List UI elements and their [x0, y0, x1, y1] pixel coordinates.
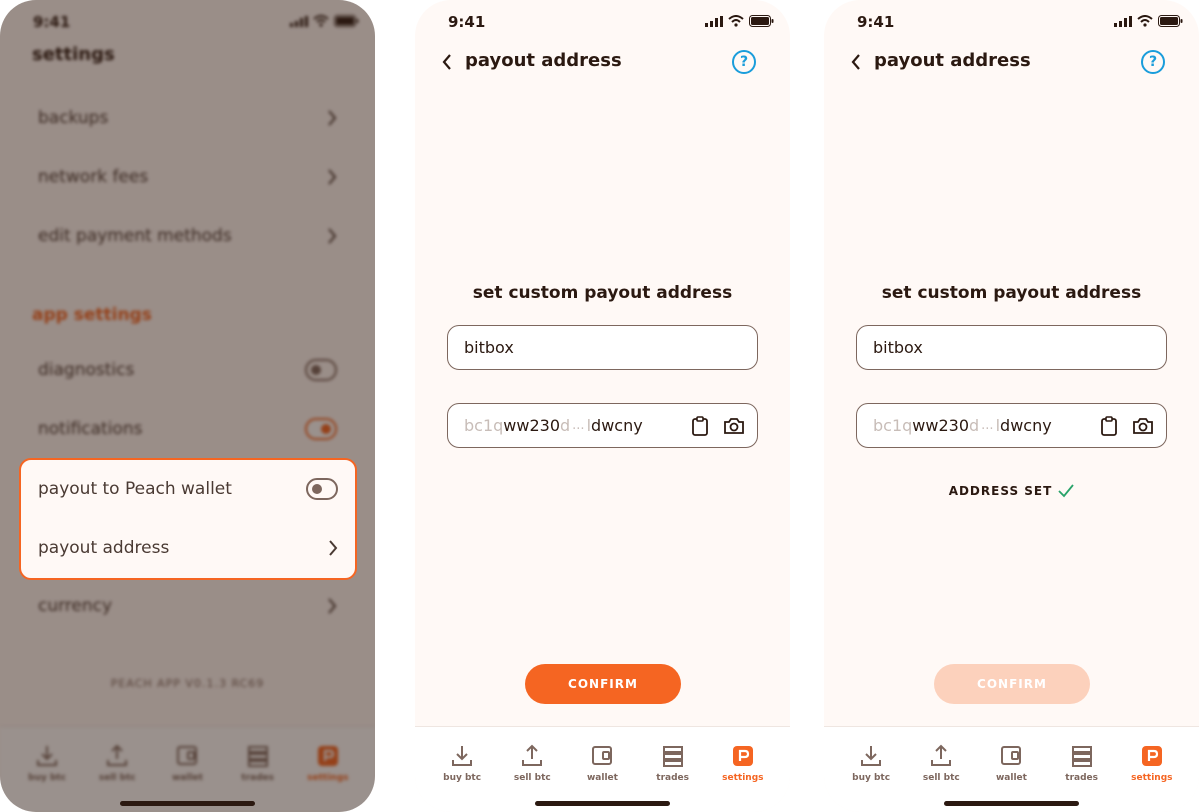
bottom-nav: buy btc sell btc wallet trades settings — [415, 726, 790, 812]
nav-wallet[interactable]: wallet — [572, 744, 632, 783]
nav-buy-btc[interactable]: buy btc — [432, 744, 492, 783]
nav-sell-btc[interactable]: sell btc — [502, 744, 562, 783]
payout-address-screen-set: 9:41 payout address ? set custom payout … — [824, 0, 1199, 812]
page-title: payout address — [874, 50, 1031, 71]
wallet-icon — [592, 746, 613, 765]
settings-item-label: payout to Peach wallet — [38, 479, 232, 499]
wifi-icon — [1137, 15, 1153, 27]
nav-label: wallet — [586, 773, 618, 783]
address-label-value: bitbox — [873, 338, 923, 357]
confirm-button: CONFIRM — [934, 664, 1090, 704]
settings-item-label: payout address — [38, 538, 170, 558]
status-time: 9:41 — [857, 13, 895, 31]
peach-logo-icon — [732, 746, 753, 766]
back-chevron-icon[interactable] — [850, 52, 862, 72]
status-icons — [705, 15, 774, 27]
trades-icon — [662, 746, 683, 767]
section-heading: set custom payout address — [472, 283, 733, 303]
nav-sell-btc[interactable]: sell btc — [911, 744, 971, 783]
nav-label: buy btc — [443, 773, 482, 783]
chevron-right-icon — [329, 540, 338, 556]
address-set-text: ADDRESS SET — [948, 484, 1053, 498]
nav-label: sell btc — [513, 773, 551, 783]
nav-wallet[interactable]: wallet — [981, 744, 1041, 783]
checkmark-icon — [1058, 484, 1074, 498]
question-icon[interactable]: ? — [1141, 50, 1165, 74]
home-indicator — [944, 801, 1079, 806]
download-icon — [861, 746, 882, 766]
status-time: 9:41 — [448, 13, 486, 31]
peach-logo-icon — [1141, 746, 1162, 766]
payout-to-peach-wallet-toggle[interactable] — [306, 478, 338, 500]
nav-label: buy btc — [852, 773, 891, 783]
nav-settings[interactable]: settings — [713, 744, 773, 783]
status-icons — [1114, 15, 1183, 27]
nav-label: wallet — [995, 773, 1027, 783]
nav-label: settings — [722, 773, 764, 783]
camera-icon[interactable] — [723, 416, 745, 436]
bottom-nav: buy btc sell btc wallet trades settings — [824, 726, 1199, 812]
trades-icon — [1071, 746, 1092, 767]
dim-overlay — [0, 0, 375, 812]
status-bar: 9:41 — [824, 0, 1199, 44]
upload-icon — [931, 744, 952, 766]
battery-icon — [1158, 15, 1183, 27]
wallet-icon — [1001, 746, 1022, 765]
settings-item-payout-address[interactable]: payout address — [38, 533, 338, 563]
address-label-input[interactable]: bitbox — [856, 325, 1167, 370]
payout-settings-highlight: payout to Peach wallet payout address — [19, 458, 357, 580]
settings-item-payout-to-peach-wallet: payout to Peach wallet — [38, 474, 338, 504]
section-heading: set custom payout address — [881, 283, 1142, 303]
nav-settings[interactable]: settings — [1122, 744, 1182, 783]
address-label-value: bitbox — [464, 338, 514, 357]
address-set-status: ADDRESS SET — [824, 484, 1199, 498]
home-indicator — [535, 801, 670, 806]
camera-icon[interactable] — [1132, 416, 1154, 436]
nav-trades[interactable]: trades — [1052, 744, 1112, 783]
page-title: payout address — [465, 50, 622, 71]
header: payout address ? — [824, 44, 1199, 80]
nav-trades[interactable]: trades — [643, 744, 703, 783]
settings-screen: 9:41 settings backups network fees edit … — [0, 0, 375, 812]
bitcoin-address-input[interactable]: bc1q ww230 d... l dwcny — [447, 403, 758, 448]
wifi-icon — [728, 15, 744, 27]
download-icon — [452, 746, 473, 766]
clipboard-icon[interactable] — [691, 415, 709, 436]
address-label-input[interactable]: bitbox — [447, 325, 758, 370]
battery-icon — [749, 15, 774, 27]
home-indicator — [120, 801, 255, 806]
confirm-button[interactable]: CONFIRM — [525, 664, 681, 704]
bitcoin-address-input[interactable]: bc1q ww230 d... l dwcny — [856, 403, 1167, 448]
nav-label: settings — [1131, 773, 1173, 783]
bitcoin-address-value: bc1q ww230 d... l dwcny — [873, 416, 1052, 435]
cellular-icon — [1114, 15, 1132, 27]
status-bar: 9:41 — [415, 0, 790, 44]
nav-label: trades — [1065, 773, 1099, 783]
nav-label: trades — [656, 773, 690, 783]
cellular-icon — [705, 15, 723, 27]
header: payout address ? — [415, 44, 790, 80]
back-chevron-icon[interactable] — [441, 52, 453, 72]
clipboard-icon[interactable] — [1100, 415, 1118, 436]
nav-buy-btc[interactable]: buy btc — [841, 744, 901, 783]
question-icon[interactable]: ? — [732, 50, 756, 74]
upload-icon — [522, 744, 543, 766]
nav-label: sell btc — [922, 773, 960, 783]
payout-address-screen-empty: 9:41 payout address ? set custom payout … — [415, 0, 790, 812]
bitcoin-address-value: bc1q ww230 d... l dwcny — [464, 416, 643, 435]
